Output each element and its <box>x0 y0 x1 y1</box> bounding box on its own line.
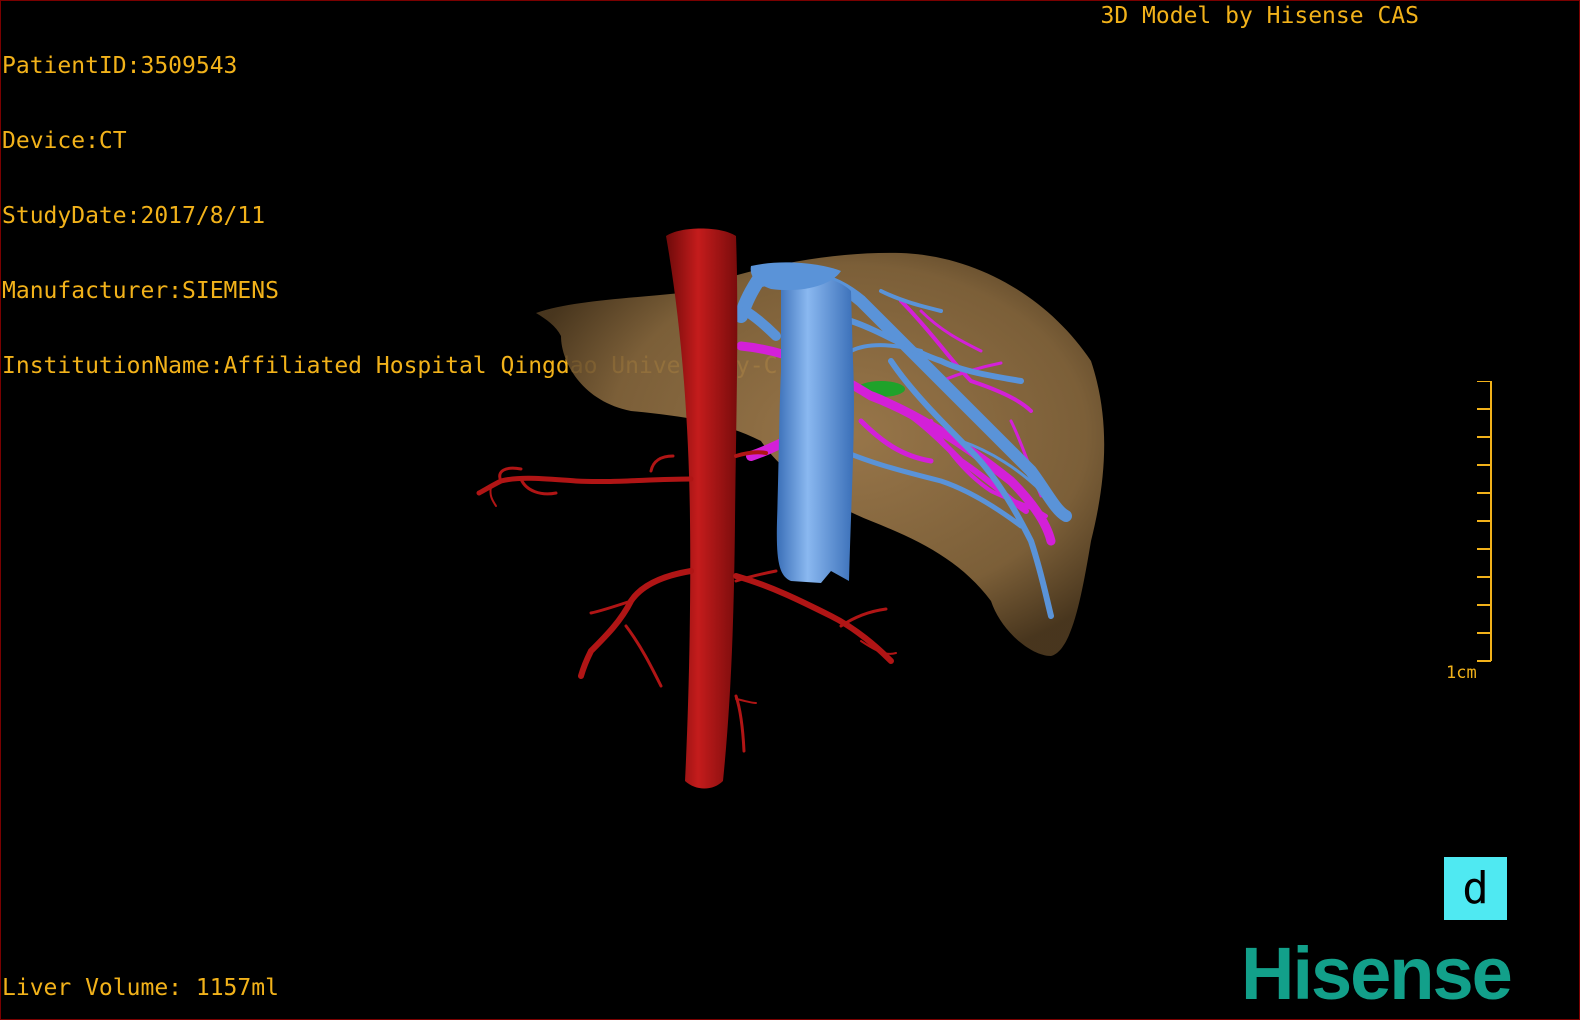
scale-label: 1cm <box>1446 663 1477 683</box>
scale-bar <box>1477 381 1492 662</box>
3d-liver-model[interactable] <box>1 1 1580 1020</box>
brand-logo: Hisense <box>1241 932 1513 1015</box>
liver-volume: Liver Volume: 1157ml <box>2 975 279 1001</box>
view-toggle-button[interactable]: d <box>1444 857 1507 920</box>
3d-viewport[interactable]: PatientID:3509543 Device:CT StudyDate:20… <box>0 0 1580 1020</box>
inferior-vena-cava <box>776 275 854 583</box>
